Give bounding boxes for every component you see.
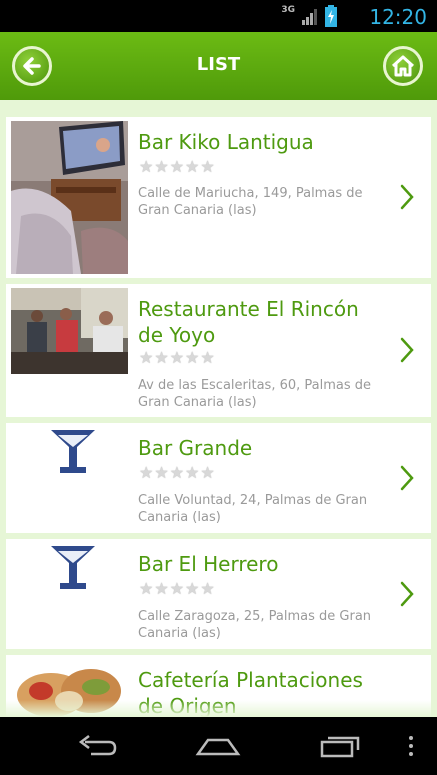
star-icon: ★ — [185, 579, 200, 598]
status-bar: 3G 12:20 — [0, 0, 437, 32]
list-item[interactable]: Bar El Herrero ★ ★ ★ ★ ★ Calle Zaragoza, 25,… — [6, 539, 431, 649]
back-nav-icon[interactable] — [75, 734, 119, 758]
rating-stars: ★ ★ ★ ★ ★ — [139, 581, 215, 597]
item-name: Bar Kiko Lantigua — [138, 130, 314, 154]
signal-icon — [302, 9, 317, 25]
screen: 3G 12:20 LIST Bar Kiko Lantigua ★ ★ ★ ★ … — [0, 0, 437, 775]
item-thumbnail — [11, 427, 128, 487]
item-name: Bar Grande — [138, 436, 253, 460]
home-button[interactable] — [383, 46, 423, 86]
list-item[interactable]: Bar Kiko Lantigua ★ ★ ★ ★ ★ Calle de Mariuch… — [6, 117, 431, 278]
list-item[interactable]: Bar Grande ★ ★ ★ ★ ★ Calle Voluntad, 24, Pal… — [6, 423, 431, 533]
star-icon: ★ — [185, 157, 200, 176]
cocktail-glass-icon — [51, 546, 95, 589]
chevron-right-icon[interactable] — [399, 580, 415, 608]
star-icon: ★ — [185, 463, 200, 482]
network-type: 3G — [281, 5, 295, 15]
app-header: LIST — [0, 32, 437, 100]
chevron-right-icon[interactable] — [399, 336, 415, 364]
item-address: Calle Voluntad, 24, Palmas de Gran Canar… — [138, 493, 368, 525]
star-icon: ★ — [154, 348, 169, 367]
list-item[interactable]: Restaurante El Rincón de Yoyo ★ ★ ★ ★ ★ Av d… — [6, 284, 431, 417]
star-icon: ★ — [169, 579, 185, 598]
star-icon: ★ — [185, 348, 200, 367]
clock: 12:20 — [369, 5, 427, 29]
star-icon: ★ — [169, 157, 185, 176]
page-title: LIST — [196, 54, 241, 75]
item-address: Calle de Mariucha, 149, Palmas de Gran C… — [138, 186, 363, 218]
star-icon: ★ — [169, 463, 185, 482]
item-thumbnail-photo — [11, 288, 128, 374]
list-fade — [0, 700, 437, 717]
item-address: Av de las Escaleritas, 60, Palmas de Gra… — [138, 378, 372, 410]
navigation-bar — [0, 717, 437, 775]
star-icon: ★ — [154, 157, 169, 176]
star-icon: ★ — [154, 463, 169, 482]
rating-stars: ★ ★ ★ ★ ★ — [139, 350, 215, 366]
star-icon: ★ — [139, 348, 154, 367]
star-icon: ★ — [139, 157, 154, 176]
star-icon: ★ — [200, 463, 215, 482]
star-icon: ★ — [200, 348, 215, 367]
star-icon: ★ — [139, 463, 154, 482]
star-icon: ★ — [200, 579, 215, 598]
star-icon: ★ — [200, 157, 215, 176]
item-name: Restaurante El Rincón de Yoyo — [138, 297, 359, 347]
battery-charging-icon — [325, 5, 337, 27]
status-icons: 3G — [281, 4, 337, 28]
home-icon — [391, 55, 415, 77]
chevron-right-icon[interactable] — [399, 183, 415, 211]
rating-stars: ★ ★ ★ ★ ★ — [139, 465, 215, 481]
chevron-right-icon[interactable] — [399, 464, 415, 492]
list-area[interactable]: Bar Kiko Lantigua ★ ★ ★ ★ ★ Calle de Mariuch… — [0, 100, 437, 717]
menu-nav-icon[interactable] — [406, 734, 416, 758]
home-nav-icon[interactable] — [194, 734, 242, 758]
item-name: Bar El Herrero — [138, 552, 279, 576]
item-thumbnail — [11, 543, 128, 603]
item-thumbnail-photo — [11, 121, 128, 274]
cocktail-glass-icon — [51, 430, 95, 473]
star-icon: ★ — [154, 579, 169, 598]
rating-stars: ★ ★ ★ ★ ★ — [139, 159, 215, 175]
item-address: Calle Zaragoza, 25, Palmas de Gran Canar… — [138, 609, 372, 641]
recents-nav-icon[interactable] — [318, 734, 362, 758]
star-icon: ★ — [169, 348, 185, 367]
star-icon: ★ — [139, 579, 154, 598]
